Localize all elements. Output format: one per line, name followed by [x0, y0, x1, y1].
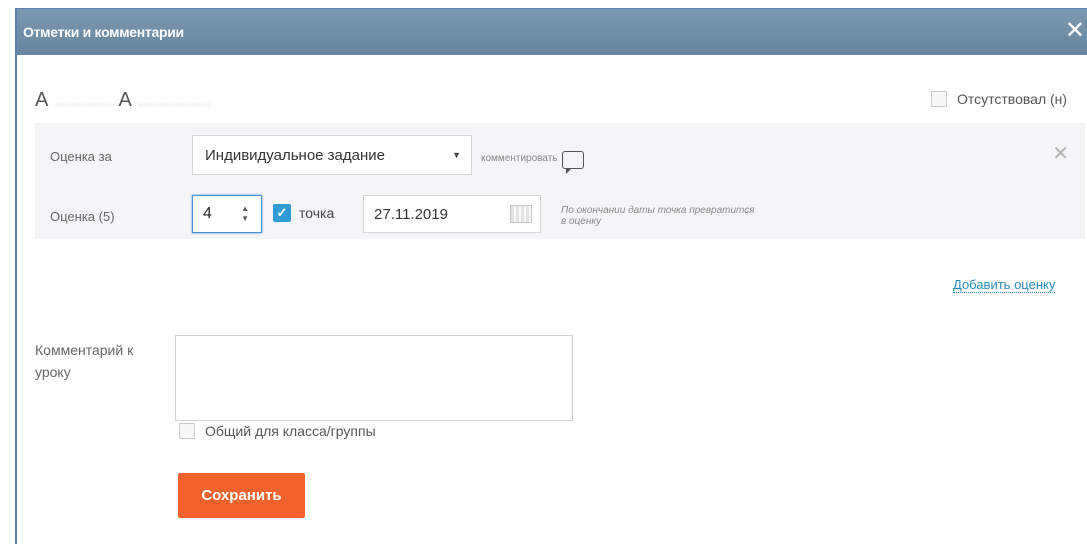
calendar-icon[interactable] [510, 205, 532, 223]
comment-grade-label: комментировать [481, 152, 558, 164]
point-hint: По окончании даты точка превратится в оц… [561, 205, 755, 227]
spinner-icon[interactable]: ▲ ▼ [241, 204, 249, 224]
dialog-title: Отметки и комментарии [23, 24, 184, 40]
grade-value: 4 [203, 205, 212, 222]
grade-type-select[interactable]: Индивидуальное задание ▼ [192, 135, 472, 175]
grade-type-value: Индивидуальное задание [205, 146, 385, 164]
common-for-class-label: Общий для класса/группы [205, 423, 376, 439]
grade-panel: Оценка за Индивидуальное задание ▼ комме… [35, 123, 1085, 239]
common-for-class-toggle[interactable]: Общий для класса/группы [179, 423, 376, 439]
remove-grade-close-icon[interactable]: ✕ [1052, 141, 1069, 166]
comment-grade-link[interactable]: комментировать [481, 147, 584, 174]
absent-checkbox[interactable] [931, 91, 947, 107]
marks-dialog: Отметки и комментарии ✕ А ........... А … [15, 8, 1087, 544]
student-name-blurred-2: .............. [138, 91, 212, 110]
lesson-comment-label: Комментарий к уроку [35, 342, 134, 380]
student-initial-2: А [118, 89, 133, 111]
student-initial-1: А [35, 89, 49, 111]
absent-label: Отсутствовал (н) [957, 91, 1068, 107]
chevron-down-icon: ▼ [452, 150, 461, 160]
point-date-input[interactable]: 27.11.2019 [363, 195, 541, 233]
add-grade-link[interactable]: Добавить оценку [953, 277, 1056, 293]
point-date-value: 27.11.2019 [374, 205, 448, 223]
student-name-blurred-1: ........... [54, 91, 113, 110]
close-icon[interactable]: ✕ [1065, 17, 1085, 45]
grade-for-label: Оценка за [50, 149, 112, 164]
absent-toggle[interactable]: Отсутствовал (н) [931, 91, 1067, 107]
grade-stepper[interactable]: 4 ▲ ▼ [192, 195, 262, 233]
lesson-comment-textarea[interactable] [175, 335, 573, 421]
save-button[interactable]: Сохранить [178, 473, 305, 518]
point-toggle[interactable]: ✓ точка [273, 204, 334, 222]
point-label: точка [299, 205, 335, 221]
student-name: А ........... А .............. [35, 89, 211, 112]
dialog-titlebar: Отметки и комментарии ✕ [17, 9, 1087, 55]
checkmark-icon[interactable]: ✓ [273, 204, 291, 222]
common-for-class-checkbox[interactable] [179, 423, 195, 439]
grade-value-label: Оценка (5) [50, 209, 115, 224]
speech-bubble-icon[interactable] [561, 151, 584, 174]
